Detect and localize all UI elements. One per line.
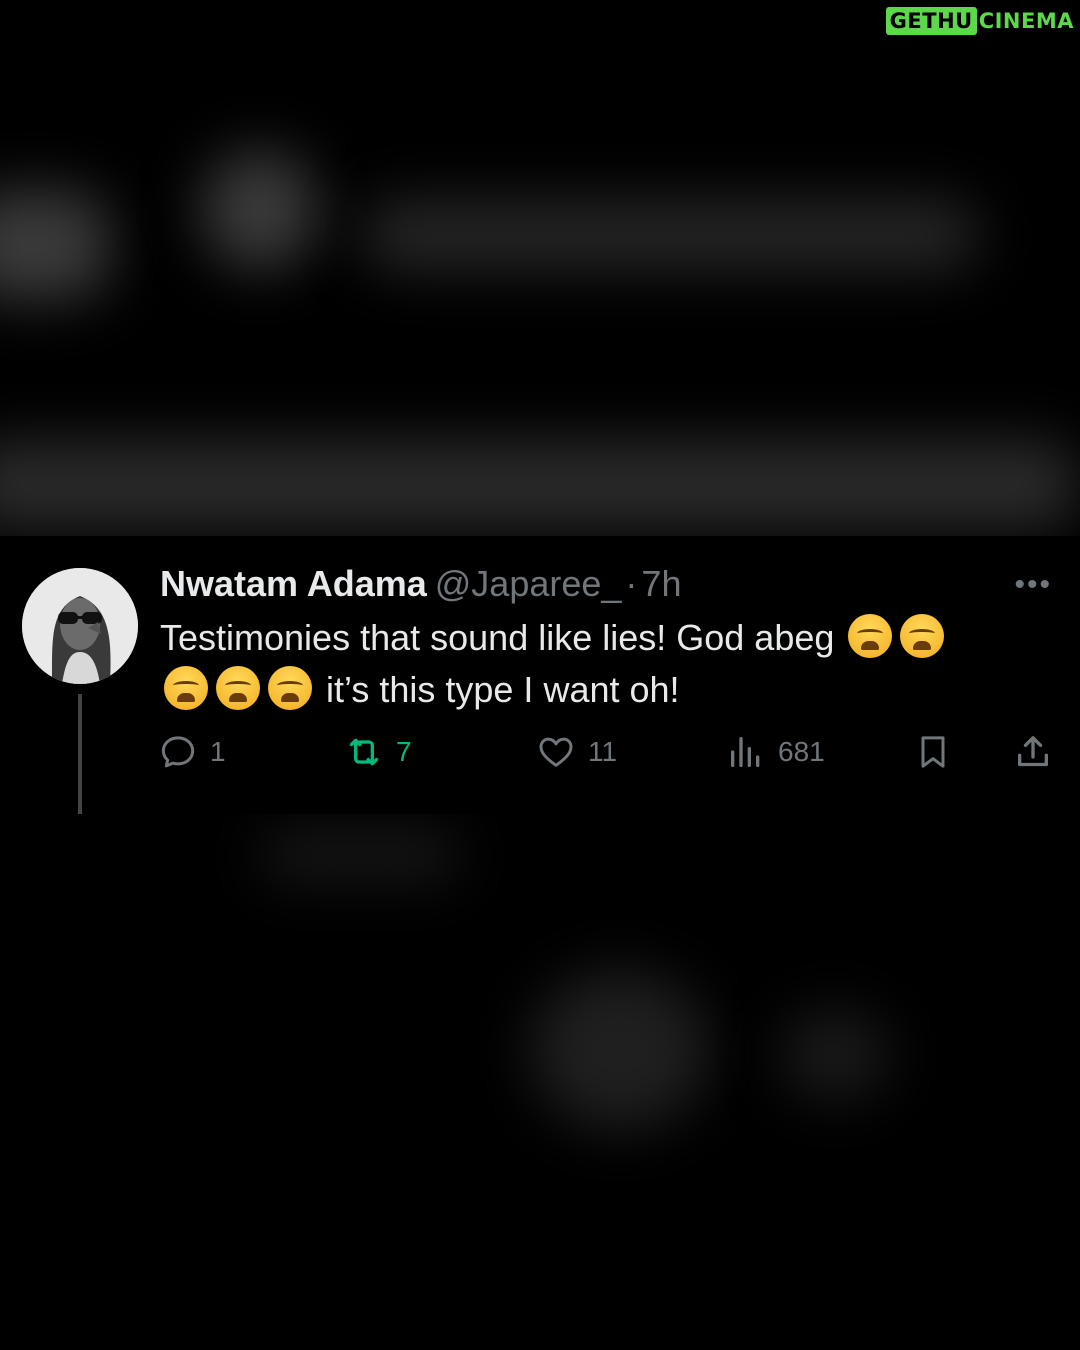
retweet-button[interactable]: 7 (344, 732, 412, 772)
tweet-card[interactable]: Nwatam Adama @Japaree_ · 7h ••• Testimonies… (0, 536, 1080, 814)
logo-box-text: GETHU (885, 7, 977, 35)
bookmark-button[interactable] (913, 732, 953, 772)
weary-face-emoji-icon (164, 666, 208, 710)
tweet-text-line-2: it’s this type I want oh! (326, 669, 680, 710)
tweet-actions: 1 7 11 681 (158, 732, 1058, 776)
views-button[interactable]: 681 (726, 732, 825, 772)
retweet-icon (349, 738, 379, 766)
weary-face-emoji-icon (268, 666, 312, 710)
thread-connector-line (78, 694, 82, 814)
reply-count: 1 (210, 736, 226, 767)
like-button[interactable]: 11 (536, 732, 617, 772)
timestamp[interactable]: 7h (641, 563, 681, 604)
gethucinema-logo: GETHU CINEMA (885, 6, 1074, 36)
bookmark-icon (921, 736, 945, 768)
share-upload-icon (1018, 736, 1048, 767)
tweet-text-line-1: Testimonies that sound like lies! God ab… (160, 617, 835, 658)
view-count: 681 (778, 736, 825, 767)
avatar-photo-icon (22, 568, 138, 684)
blurred-shape (0, 440, 1080, 530)
more-options-icon[interactable]: ••• (1014, 568, 1052, 602)
reply-icon (161, 736, 195, 768)
tweet-header: Nwatam Adama @Japaree_ · 7h (160, 562, 681, 606)
weary-face-emoji-icon (848, 614, 893, 658)
weary-face-emoji-icon (216, 666, 260, 710)
share-button[interactable] (1013, 732, 1053, 772)
user-handle[interactable]: @Japaree_ (435, 563, 622, 604)
analytics-bars-icon (731, 737, 760, 767)
tweet-text: Testimonies that sound like lies! God ab… (160, 612, 1040, 716)
blurred-shape (200, 150, 320, 270)
heart-icon (539, 737, 573, 767)
reply-button[interactable]: 1 (158, 732, 226, 772)
retweet-count: 7 (396, 736, 412, 767)
like-count: 11 (588, 736, 618, 767)
blurred-shape (530, 970, 710, 1130)
display-name[interactable]: Nwatam Adama (160, 563, 427, 604)
blurred-shape (780, 1010, 890, 1100)
weary-face-emoji-icon (900, 614, 945, 658)
screen: GETHU CINEMA Nwatam Adama @Japaree_ · 7h ••… (0, 0, 1080, 1350)
separator-dot: · (625, 563, 638, 604)
avatar[interactable] (22, 568, 138, 684)
blurred-shape (0, 190, 110, 300)
blurred-shape (260, 830, 460, 880)
logo-text: CINEMA (978, 9, 1074, 33)
blurred-shape (360, 200, 980, 270)
